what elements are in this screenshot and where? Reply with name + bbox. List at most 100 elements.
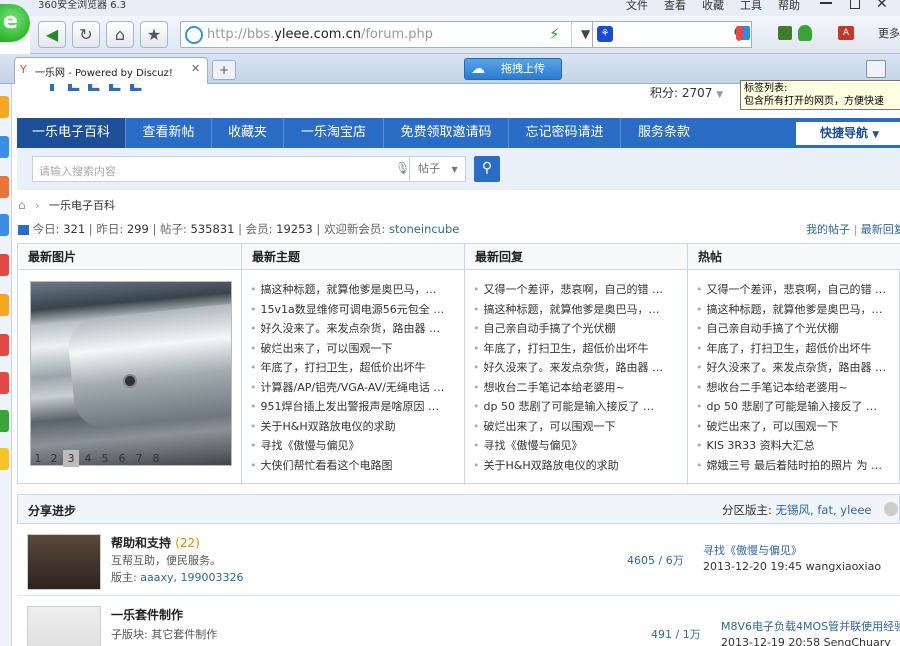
menu-help[interactable]: 帮助 xyxy=(778,0,800,12)
my-posts-link[interactable]: 我的帖子 xyxy=(806,223,850,236)
upload-button[interactable]: ☁ 拖拽上传 xyxy=(464,58,562,80)
list-item[interactable]: 年底了，打扫卫生，超低价出坏牛 xyxy=(250,358,456,378)
list-item[interactable]: 搞这种标题，就算他爹是奥巴马，… xyxy=(696,300,900,320)
list-item[interactable]: 关于H&H双路放电仪的求助 xyxy=(250,417,456,437)
list-item[interactable]: 破烂出来了，可以围观一下 xyxy=(696,417,900,437)
pager-4[interactable]: 4 xyxy=(80,450,96,467)
tab-list-icon[interactable] xyxy=(866,60,886,78)
forum-icon-help[interactable] xyxy=(27,534,101,590)
pager-1[interactable]: 1 xyxy=(30,450,46,467)
play-icon[interactable] xyxy=(778,26,792,40)
more-button[interactable]: 更多 xyxy=(878,25,900,41)
list-item[interactable]: 又得一个差评，悲哀啊，自己的错 … xyxy=(696,280,900,300)
menu-favorites[interactable]: 收藏 xyxy=(702,0,724,12)
list-item[interactable]: dp 50 悲剧了可能是输入接反了 … xyxy=(473,397,679,417)
home-button[interactable]: ⌂ xyxy=(106,21,134,48)
baidu-paw-icon[interactable]: ⚘ xyxy=(597,26,613,42)
nav-item-encyclopedia[interactable]: 一乐电子百科 xyxy=(17,118,126,148)
list-item[interactable]: 年底了，打扫卫生，超低价出坏牛 xyxy=(696,339,900,359)
list-item[interactable]: 破烂出来了，可以围观一下 xyxy=(473,417,679,437)
list-item[interactable]: 想收台二手笔记本给老婆用~ xyxy=(473,378,679,398)
search-type-select[interactable]: 帖子 ▼ xyxy=(410,156,466,182)
list-item[interactable]: 想收台二手笔记本给老婆用~ xyxy=(696,378,900,398)
list-item[interactable]: 15v1a数显维修可调电源56元包全 … xyxy=(250,300,456,320)
address-dropdown-icon[interactable]: ▼ xyxy=(581,27,590,41)
sidebar-icon-5[interactable] xyxy=(0,254,9,276)
list-item[interactable]: 951焊台插上发出警报声是啥原因 … xyxy=(250,397,456,417)
minimize-icon[interactable] xyxy=(820,2,832,4)
list-item[interactable]: 计算器/AP/铝壳/VGA-AV/无绳电话 … xyxy=(250,378,456,398)
back-button[interactable]: ◀ xyxy=(38,21,66,48)
section-mod-links[interactable]: 无锡风, fat, yleee xyxy=(776,503,872,517)
shield-icon[interactable] xyxy=(798,25,812,41)
engine-search-box[interactable]: ⚘ ⚲ xyxy=(592,21,752,48)
nav-item-new-posts[interactable]: 查看新帖 xyxy=(126,118,212,148)
list-item[interactable]: 好久没来了。来发点杂货，路由器 … xyxy=(250,319,456,339)
list-item[interactable]: 搞这种标题，就算他爹是奥巴马，… xyxy=(250,280,456,300)
breadcrumb-current[interactable]: 一乐电子百科 xyxy=(49,199,115,212)
list-item[interactable]: 自己亲自动手搞了个光伏棚 xyxy=(473,319,679,339)
address-url[interactable]: http://bbs.yleee.com.cn/forum.php xyxy=(207,27,433,43)
address-bar[interactable]: http://bbs.yleee.com.cn/forum.php ⚡ ▼ xyxy=(180,21,616,48)
forum-last-post-info[interactable]: 2013-12-19 20:58 SengChuary xyxy=(721,636,891,646)
nav-item-invite-code[interactable]: 免费领取邀请码 xyxy=(384,118,509,148)
featured-photo[interactable] xyxy=(30,281,232,466)
sidebar-icon-8[interactable] xyxy=(0,372,9,394)
user-score[interactable]: 积分: 2707 ▼ xyxy=(650,84,723,101)
list-item[interactable]: 寻找《傲慢与偏见》 xyxy=(473,436,679,456)
list-item[interactable]: 好久没来了。来发点杂货，路由器 … xyxy=(696,358,900,378)
forum-last-post-info[interactable]: 2013-12-20 19:45 wangxiaoxiao xyxy=(703,560,881,573)
sidebar-icon-1[interactable] xyxy=(0,96,9,118)
list-item[interactable]: 年底了，打扫卫生，超低价出坏牛 xyxy=(473,339,679,359)
tab-close-icon[interactable]: ✕ xyxy=(191,62,200,75)
nav-item-favorites[interactable]: 收藏夹 xyxy=(212,118,284,148)
list-item[interactable]: dp 50 悲剧了可能是输入接反了 … xyxy=(696,397,900,417)
list-item[interactable]: 嫦娥三号 最后着陆时拍的照片 为 … xyxy=(696,456,900,476)
list-item[interactable]: 自己亲自动手搞了个光伏棚 xyxy=(696,319,900,339)
microphone-icon[interactable]: 🎙 xyxy=(395,161,410,175)
pager-7[interactable]: 7 xyxy=(131,450,147,467)
pager-3[interactable]: 3 xyxy=(63,450,79,467)
list-item[interactable]: 关于H&H双路放电仪的求助 xyxy=(473,456,679,476)
forum-search-input[interactable]: 请输入搜索内容 🎙 xyxy=(32,156,410,182)
lightning-icon[interactable]: ⚡ xyxy=(549,25,560,43)
menu-view[interactable]: 查看 xyxy=(664,0,686,12)
menu-file[interactable]: 文件 xyxy=(626,0,648,12)
refresh-button[interactable]: ↻ xyxy=(72,21,100,48)
sidebar-icon-4[interactable] xyxy=(0,214,9,236)
list-item[interactable]: 好久没来了。来发点杂货，路由器 … xyxy=(473,358,679,378)
close-window-icon[interactable]: ✕ xyxy=(876,0,888,12)
favorite-button[interactable]: ★ xyxy=(140,21,168,48)
quick-nav-button[interactable]: 快捷导航 ▼ xyxy=(796,122,900,145)
forum-icon-kits[interactable] xyxy=(27,606,101,646)
sidebar-icon-6[interactable] xyxy=(0,294,9,316)
section-title[interactable]: 分享进步 xyxy=(28,502,76,519)
sidebar-icon-9[interactable] xyxy=(0,410,9,432)
sidebar-icon-7[interactable] xyxy=(0,334,9,356)
forum-mod-links[interactable]: aaaxy, 199003326 xyxy=(140,571,243,584)
nav-item-taobao[interactable]: 一乐淘宝店 xyxy=(284,118,384,148)
tab-yleee[interactable]: Y 一乐网 - Powered by Discuz! ✕ xyxy=(14,57,208,84)
list-item[interactable]: 又得一个差评，悲哀啊，自己的错 … xyxy=(473,280,679,300)
new-member-link[interactable]: stoneincube xyxy=(389,222,459,236)
menu-tools[interactable]: 工具 xyxy=(740,0,762,12)
apps-grid-icon[interactable] xyxy=(736,26,750,40)
list-item[interactable]: 寻找《傲慢与偏见》 xyxy=(250,436,456,456)
collapse-icon[interactable] xyxy=(884,502,898,516)
pager-6[interactable]: 6 xyxy=(114,450,130,467)
pager-8[interactable]: 8 xyxy=(148,450,164,467)
list-item[interactable]: KIS 3R33 资料大汇总 xyxy=(696,436,900,456)
latest-reply-link[interactable]: 最新回复 xyxy=(861,223,900,236)
list-item[interactable]: 搞这种标题，就算他爹是奥巴马，… xyxy=(473,300,679,320)
sidebar-icon-2[interactable] xyxy=(0,136,9,158)
nav-item-terms[interactable]: 服务条款 xyxy=(621,118,707,148)
home-crumb-icon[interactable]: ⌂ xyxy=(18,198,26,212)
forum-name[interactable]: 帮助和支持 (22) xyxy=(111,534,200,551)
site-logo[interactable]: YLEEE xyxy=(44,84,168,94)
pager-2[interactable]: 2 xyxy=(46,450,62,467)
sidebar-icon-3[interactable] xyxy=(0,176,9,198)
forum-name[interactable]: 一乐套件制作 xyxy=(111,606,183,623)
list-item[interactable]: 破烂出来了，可以围观一下 xyxy=(250,339,456,359)
pager-5[interactable]: 5 xyxy=(97,450,113,467)
translate-icon[interactable]: A xyxy=(838,26,854,40)
